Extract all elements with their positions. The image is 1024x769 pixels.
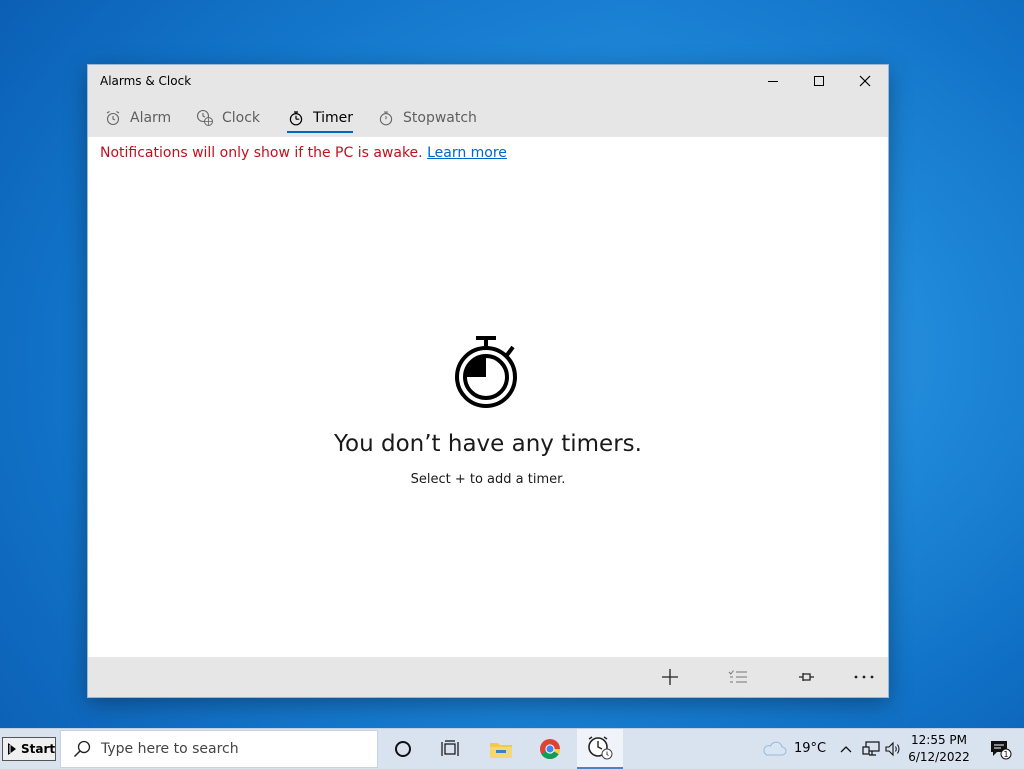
taskbar-search-box[interactable]: Type here to search bbox=[60, 730, 378, 768]
cloud-icon bbox=[763, 741, 787, 756]
search-icon bbox=[73, 740, 91, 758]
taskbar-date[interactable]: 6/12/2022 bbox=[905, 750, 973, 764]
title-bar[interactable]: Alarms & Clock bbox=[88, 65, 888, 99]
window-title: Alarms & Clock bbox=[100, 74, 192, 88]
search-placeholder: Type here to search bbox=[101, 741, 239, 757]
tab-label: Alarm bbox=[130, 110, 172, 126]
minimize-button[interactable] bbox=[750, 65, 796, 97]
task-view-button[interactable] bbox=[428, 729, 474, 769]
stopwatch-icon bbox=[377, 109, 395, 127]
alarm-icon bbox=[104, 109, 122, 127]
edit-timers-button[interactable] bbox=[715, 657, 761, 697]
alarms-clock-window: Alarms & Clock Alarm Clock Timer Stopwat… bbox=[88, 65, 888, 697]
show-hidden-icons-button[interactable] bbox=[836, 729, 856, 769]
edit-list-icon bbox=[728, 670, 747, 683]
network-button[interactable] bbox=[860, 729, 882, 769]
chrome-button[interactable] bbox=[527, 729, 573, 769]
pin-to-start-button[interactable] bbox=[783, 657, 829, 697]
file-explorer-button[interactable] bbox=[478, 729, 524, 769]
more-options-button[interactable] bbox=[841, 657, 887, 697]
tab-timer[interactable]: Timer bbox=[287, 99, 354, 137]
minimize-icon bbox=[768, 81, 778, 82]
weather-temperature[interactable]: 19°C bbox=[794, 741, 826, 756]
tab-alarm[interactable]: Alarm bbox=[104, 99, 171, 137]
notice-text: Notifications will only show if the PC i… bbox=[100, 145, 423, 161]
tab-label: Stopwatch bbox=[403, 110, 477, 126]
maximize-button[interactable] bbox=[796, 65, 842, 97]
taskbar-time[interactable]: 12:55 PM bbox=[905, 733, 973, 747]
chevron-up-icon bbox=[840, 746, 852, 753]
maximize-icon bbox=[814, 76, 824, 86]
start-button[interactable]: Start bbox=[2, 737, 56, 761]
add-icon bbox=[662, 669, 678, 685]
tab-stopwatch[interactable]: Stopwatch bbox=[377, 99, 477, 137]
command-bar bbox=[88, 657, 888, 697]
learn-more-link[interactable]: Learn more bbox=[427, 145, 507, 161]
empty-state-subtitle: Select + to add a timer. bbox=[410, 472, 566, 487]
notification-warning: Notifications will only show if the PC i… bbox=[100, 145, 507, 161]
taskbar: Start Type here to search 19°C 12:55 PM … bbox=[0, 728, 1024, 769]
add-timer-button[interactable] bbox=[647, 657, 693, 697]
chrome-icon bbox=[540, 739, 560, 759]
task-view-icon bbox=[441, 740, 459, 756]
volume-button[interactable] bbox=[882, 729, 904, 769]
notification-icon: 1 bbox=[991, 741, 1012, 760]
tab-bar: Alarm Clock Timer Stopwatch bbox=[88, 99, 888, 137]
timer-icon bbox=[455, 336, 517, 408]
start-label: Start bbox=[21, 742, 56, 756]
tab-clock[interactable]: Clock bbox=[196, 99, 260, 137]
cortana-icon bbox=[395, 741, 411, 757]
action-center-button[interactable]: 1 bbox=[978, 729, 1022, 769]
more-icon bbox=[854, 675, 874, 679]
tab-label: Clock bbox=[222, 110, 261, 126]
speaker-icon bbox=[885, 741, 900, 757]
cortana-button[interactable] bbox=[380, 729, 426, 769]
clock-icon bbox=[196, 109, 214, 127]
empty-state-title: You don’t have any timers. bbox=[334, 431, 642, 457]
close-button[interactable] bbox=[842, 65, 888, 97]
pin-icon bbox=[799, 673, 814, 681]
start-arrow-icon bbox=[7, 742, 17, 756]
notification-count: 1 bbox=[1003, 750, 1008, 759]
alarms-clock-taskbar-button[interactable] bbox=[577, 729, 623, 769]
active-tab-indicator bbox=[287, 131, 354, 133]
file-explorer-icon bbox=[490, 743, 512, 758]
weather-button[interactable] bbox=[752, 729, 796, 769]
timer-icon bbox=[287, 109, 305, 127]
tab-label: Timer bbox=[313, 110, 354, 126]
close-icon bbox=[859, 75, 871, 87]
network-icon bbox=[862, 741, 880, 756]
alarms-clock-app-icon bbox=[588, 736, 613, 760]
